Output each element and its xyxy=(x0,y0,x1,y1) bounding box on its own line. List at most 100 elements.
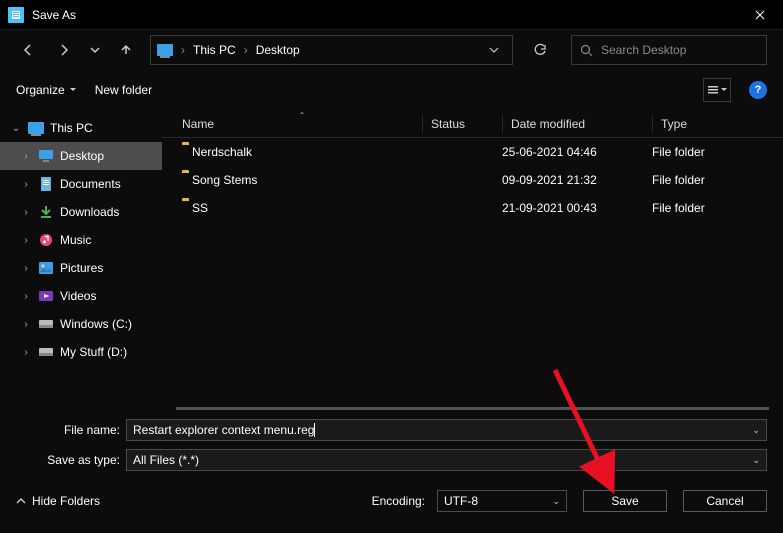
organize-button[interactable]: Organize xyxy=(16,83,77,97)
save-button[interactable]: Save xyxy=(583,490,667,512)
pictures-icon xyxy=(38,260,54,276)
organize-label: Organize xyxy=(16,83,65,97)
this-pc-icon xyxy=(157,44,173,56)
tree-item-label: Documents xyxy=(60,177,121,191)
horizontal-scrollbar[interactable] xyxy=(176,407,769,410)
tree-item-label: Windows (C:) xyxy=(60,317,132,331)
hide-folders-button[interactable]: Hide Folders xyxy=(16,494,100,508)
chevron-down-icon: ⌄ xyxy=(10,123,22,134)
music-icon xyxy=(38,232,54,248)
saveastype-select[interactable]: All Files (*.*) ⌄ xyxy=(126,449,767,471)
chevron-right-icon: › xyxy=(20,151,32,162)
row-name: SS xyxy=(192,201,208,215)
chevron-up-icon xyxy=(16,496,26,506)
filename-value: Restart explorer context menu.reg xyxy=(133,423,315,437)
column-header-date[interactable]: Date modified xyxy=(502,115,652,133)
tree-this-pc[interactable]: ⌄ This PC xyxy=(0,114,162,142)
tree-item-music[interactable]: › Music xyxy=(0,226,162,254)
disk-icon xyxy=(38,316,54,332)
search-input[interactable] xyxy=(601,43,758,57)
encoding-select[interactable]: UTF-8 ⌄ xyxy=(437,490,567,512)
address-dropdown-button[interactable] xyxy=(482,38,506,62)
row-date: 21-09-2021 00:43 xyxy=(502,201,652,215)
tree-item-label: Desktop xyxy=(60,149,104,163)
refresh-button[interactable] xyxy=(525,35,555,65)
saveastype-value: All Files (*.*) xyxy=(133,453,199,467)
row-date: 25-06-2021 04:46 xyxy=(502,145,652,159)
tree-item-downloads[interactable]: › Downloads xyxy=(0,198,162,226)
toolbar: Organize New folder ? xyxy=(0,70,783,110)
help-button[interactable]: ? xyxy=(749,81,767,99)
tree-item-pictures[interactable]: › Pictures xyxy=(0,254,162,282)
downloads-icon xyxy=(38,204,54,220)
chevron-down-icon[interactable]: ⌄ xyxy=(752,425,760,436)
encoding-label: Encoding: xyxy=(372,494,425,508)
chevron-right-icon: › xyxy=(20,291,32,302)
chevron-down-icon[interactable]: ⌄ xyxy=(552,496,560,507)
help-glyph: ? xyxy=(755,84,762,96)
row-type: File folder xyxy=(652,173,783,187)
sort-ascending-icon: ⌃ xyxy=(299,111,306,120)
search-box[interactable] xyxy=(571,35,767,65)
back-button[interactable] xyxy=(16,38,40,62)
chevron-right-icon: › xyxy=(20,235,32,246)
save-fields: File name: Restart explorer context menu… xyxy=(0,410,783,472)
filename-label: File name: xyxy=(16,423,126,437)
chevron-down-icon[interactable]: ⌄ xyxy=(752,455,760,466)
saveastype-label: Save as type: xyxy=(16,453,126,467)
close-button[interactable] xyxy=(737,0,783,30)
filename-input[interactable]: Restart explorer context menu.reg ⌄ xyxy=(126,419,767,441)
search-icon xyxy=(580,44,593,57)
tree-item-videos[interactable]: › Videos xyxy=(0,282,162,310)
list-item[interactable]: Song Stems 09-09-2021 21:32 File folder xyxy=(162,166,783,194)
column-header-type[interactable]: Type xyxy=(652,115,783,133)
up-button[interactable] xyxy=(114,38,138,62)
row-type: File folder xyxy=(652,145,783,159)
window-title: Save As xyxy=(32,8,737,22)
column-header-name[interactable]: ⌃Name xyxy=(182,117,422,131)
column-header-status[interactable]: Status xyxy=(422,115,502,133)
file-list-pane: ⌃Name Status Date modified Type Nerdscha… xyxy=(162,110,783,410)
row-date: 09-09-2021 21:32 xyxy=(502,173,652,187)
address-bar[interactable]: › This PC › Desktop xyxy=(150,35,513,65)
list-view-icon xyxy=(707,84,719,96)
disk-icon xyxy=(38,344,54,360)
row-name: Song Stems xyxy=(192,173,257,187)
chevron-right-icon: › xyxy=(20,207,32,218)
chevron-down-icon xyxy=(69,86,77,94)
row-type: File folder xyxy=(652,201,783,215)
forward-button[interactable] xyxy=(52,38,76,62)
nav-row: › This PC › Desktop xyxy=(0,30,783,70)
tree-root-label: This PC xyxy=(50,121,93,135)
videos-icon xyxy=(38,288,54,304)
breadcrumb-desktop[interactable]: Desktop xyxy=(256,43,300,57)
tree-item-documents[interactable]: › Documents xyxy=(0,170,162,198)
cancel-button[interactable]: Cancel xyxy=(683,490,767,512)
tree-item-label: Videos xyxy=(60,289,96,303)
titlebar: Save As xyxy=(0,0,783,30)
chevron-right-icon: › xyxy=(181,43,185,57)
encoding-value: UTF-8 xyxy=(444,494,478,508)
main-split: ⌄ This PC › Desktop › Documents › Downlo… xyxy=(0,110,783,410)
app-icon xyxy=(8,7,24,23)
chevron-right-icon: › xyxy=(20,179,32,190)
list-item[interactable]: Nerdschalk 25-06-2021 04:46 File folder xyxy=(162,138,783,166)
chevron-right-icon: › xyxy=(244,43,248,57)
hide-folders-label: Hide Folders xyxy=(32,494,100,508)
recent-locations-button[interactable] xyxy=(88,38,102,62)
desktop-icon xyxy=(38,148,54,164)
tree-item-label: Music xyxy=(60,233,91,247)
view-options-button[interactable] xyxy=(703,78,731,102)
tree-item-mystuff-d[interactable]: › My Stuff (D:) xyxy=(0,338,162,366)
new-folder-label: New folder xyxy=(95,83,152,97)
tree-item-label: Downloads xyxy=(60,205,119,219)
tree-item-windows-c[interactable]: › Windows (C:) xyxy=(0,310,162,338)
row-name: Nerdschalk xyxy=(192,145,252,159)
footer: Hide Folders Encoding: UTF-8 ⌄ Save Canc… xyxy=(0,478,783,512)
chevron-right-icon: › xyxy=(20,263,32,274)
list-item[interactable]: SS 21-09-2021 00:43 File folder xyxy=(162,194,783,222)
tree-item-desktop[interactable]: › Desktop xyxy=(0,142,162,170)
breadcrumb-this-pc[interactable]: This PC xyxy=(193,43,236,57)
documents-icon xyxy=(38,176,54,192)
new-folder-button[interactable]: New folder xyxy=(95,83,152,97)
